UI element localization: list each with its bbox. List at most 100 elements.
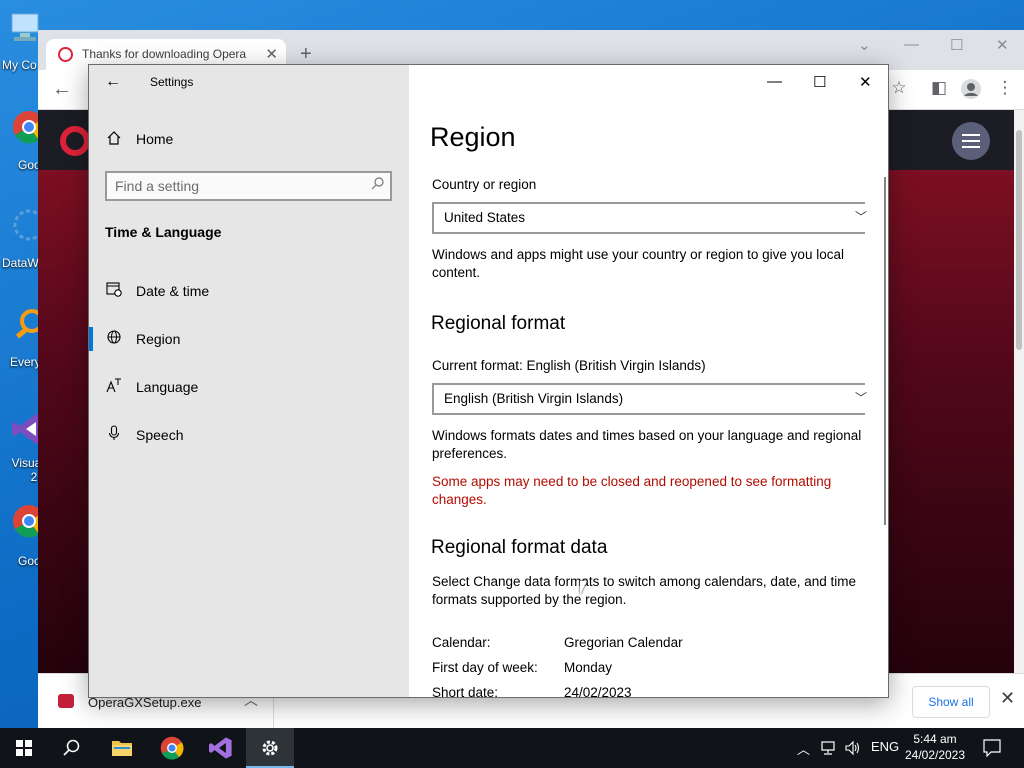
close-button[interactable]: ✕ xyxy=(859,73,872,91)
country-description: Windows and apps might use your country … xyxy=(432,247,844,280)
desktop-icon-chrome[interactable]: Goo Chr xyxy=(0,106,63,186)
minimize-button[interactable]: — xyxy=(767,73,782,90)
taskbar-clock[interactable]: 5:44 am 24/02/2023 xyxy=(900,731,970,763)
folder-icon xyxy=(112,741,132,756)
chevron-up-icon[interactable]: ︿ xyxy=(797,739,810,758)
formatting-warning: Some apps may need to be closed and reop… xyxy=(432,474,832,507)
microphone-icon xyxy=(108,425,120,440)
regional-format-dropdown-value: English (British Virgin Islands) xyxy=(444,391,624,406)
nav-item-speech[interactable]: Speech xyxy=(89,415,409,455)
nav-home[interactable]: Home xyxy=(89,119,409,159)
language-icon xyxy=(106,378,121,393)
show-all-button[interactable]: Show all xyxy=(912,686,990,718)
format-data-value: Monday xyxy=(564,660,613,675)
settings-content-pane: — ☐ ✕ Region Country or region United St… xyxy=(409,65,888,698)
browser-maximize-button[interactable]: ☐ xyxy=(950,36,963,54)
visual-studio-icon xyxy=(209,737,232,759)
back-arrow-icon[interactable]: ← xyxy=(105,73,121,91)
search-icon xyxy=(371,177,384,190)
taskbar: ︿ ENG 5:44 am 24/02/2023 xyxy=(0,728,1024,768)
nav-item-label: Region xyxy=(136,331,181,347)
desktop-icon-visual-studio[interactable]: Visual 20 xyxy=(0,408,44,488)
windows-logo-icon xyxy=(16,740,32,756)
nav-item-date-time[interactable]: Date & time xyxy=(89,271,409,311)
country-label: Country or region xyxy=(432,177,537,192)
volume-icon[interactable] xyxy=(845,740,861,756)
settings-scrollbar[interactable] xyxy=(884,177,886,525)
scrollbar-thumb[interactable] xyxy=(1016,130,1022,350)
desktop-icon-everything[interactable]: Every xyxy=(0,305,44,375)
desktop-icon-chrome-2[interactable]: Goo Chr xyxy=(0,500,63,585)
nav-section-title: Time & Language xyxy=(105,224,222,240)
browser-back-button[interactable]: ← xyxy=(52,78,72,101)
new-tab-button[interactable]: + xyxy=(300,43,312,66)
country-dropdown-value: United States xyxy=(444,210,526,225)
computer-icon xyxy=(11,13,39,41)
nav-item-region[interactable]: Region xyxy=(89,319,409,359)
hamburger-menu-icon[interactable] xyxy=(952,122,990,160)
browser-minimize-button[interactable]: — xyxy=(904,36,919,53)
input-language-indicator[interactable]: ENG xyxy=(871,739,899,754)
format-data-key: Short date: xyxy=(432,685,499,698)
format-data-heading: Regional format data xyxy=(431,537,608,558)
home-icon xyxy=(107,131,121,145)
chevron-down-icon: ﹀ xyxy=(854,210,867,224)
format-data-value: 24/02/2023 xyxy=(564,685,632,698)
chevron-down-icon: ﹀ xyxy=(854,391,867,405)
regional-format-dropdown[interactable]: English (British Virgin Islands) ﹀ xyxy=(432,383,867,415)
search-icon xyxy=(63,739,80,756)
format-data-key: Calendar: xyxy=(432,635,491,650)
start-button[interactable] xyxy=(0,728,48,768)
browser-tab-title: Thanks for downloading Opera xyxy=(82,47,247,61)
profile-avatar-icon[interactable] xyxy=(960,78,982,100)
nav-item-language[interactable]: Language xyxy=(89,367,409,407)
opera-favicon-icon xyxy=(58,47,73,62)
page-title: Region xyxy=(430,122,516,152)
taskbar-settings[interactable] xyxy=(246,728,294,768)
close-download-bar-icon[interactable]: ✕ xyxy=(1000,688,1015,709)
taskbar-visual-studio[interactable] xyxy=(197,728,245,768)
settings-nav-pane: ← Settings Home Time & Language Date & t… xyxy=(89,65,409,697)
settings-window-title: Settings xyxy=(150,75,194,89)
browser-menu-icon[interactable]: ⋮ xyxy=(994,78,1016,100)
opera-gx-file-icon xyxy=(58,694,74,708)
settings-search-box[interactable] xyxy=(105,171,392,201)
tab-search-icon[interactable]: ⌄ xyxy=(858,36,871,54)
settings-search-input[interactable] xyxy=(115,177,355,195)
nav-home-label: Home xyxy=(136,131,174,147)
settings-window: ← Settings Home Time & Language Date & t… xyxy=(88,64,889,698)
taskbar-file-explorer[interactable] xyxy=(98,728,146,768)
side-panel-icon[interactable]: ◧ xyxy=(928,78,950,100)
close-tab-icon[interactable]: ✕ xyxy=(265,45,278,63)
network-icon[interactable] xyxy=(820,740,838,756)
gear-icon xyxy=(262,740,278,756)
taskbar-chrome[interactable] xyxy=(148,728,196,768)
regional-format-heading: Regional format xyxy=(431,313,566,334)
globe-icon xyxy=(107,330,121,344)
clock-date: 24/02/2023 xyxy=(904,748,966,762)
format-data-row: Calendar: Gregorian Calendar xyxy=(432,635,872,655)
regional-format-description: Windows formats dates and times based on… xyxy=(432,428,862,461)
current-format-label: Current format: English (British Virgin … xyxy=(432,358,706,373)
mouse-cursor-icon xyxy=(580,581,587,595)
country-dropdown[interactable]: United States ﹀ xyxy=(432,202,867,234)
bookmark-star-icon[interactable]: ☆ xyxy=(888,78,910,100)
format-data-row: First day of week: Monday xyxy=(432,660,872,680)
opera-logo-icon xyxy=(60,126,90,156)
browser-close-button[interactable]: ✕ xyxy=(996,36,1009,54)
browser-scrollbar[interactable] xyxy=(1014,110,1024,673)
format-data-description: Select Change data formats to switch amo… xyxy=(432,574,856,607)
nav-item-label: Language xyxy=(136,379,199,395)
nav-item-label: Speech xyxy=(136,427,184,443)
maximize-button[interactable]: ☐ xyxy=(813,73,826,91)
taskbar-search-button[interactable] xyxy=(48,728,96,768)
calendar-clock-icon xyxy=(106,282,122,297)
desktop-icon-datawrapper[interactable]: DataW xyxy=(0,206,45,276)
desktop-icon-my-computer[interactable]: My Co xyxy=(0,8,40,78)
format-data-row: Short date: 24/02/2023 xyxy=(432,685,872,698)
format-data-key: First day of week: xyxy=(432,660,538,675)
notification-icon[interactable] xyxy=(983,739,1001,757)
nav-item-label: Date & time xyxy=(136,283,210,299)
chrome-icon xyxy=(160,736,184,760)
clock-time: 5:44 am xyxy=(913,732,957,746)
